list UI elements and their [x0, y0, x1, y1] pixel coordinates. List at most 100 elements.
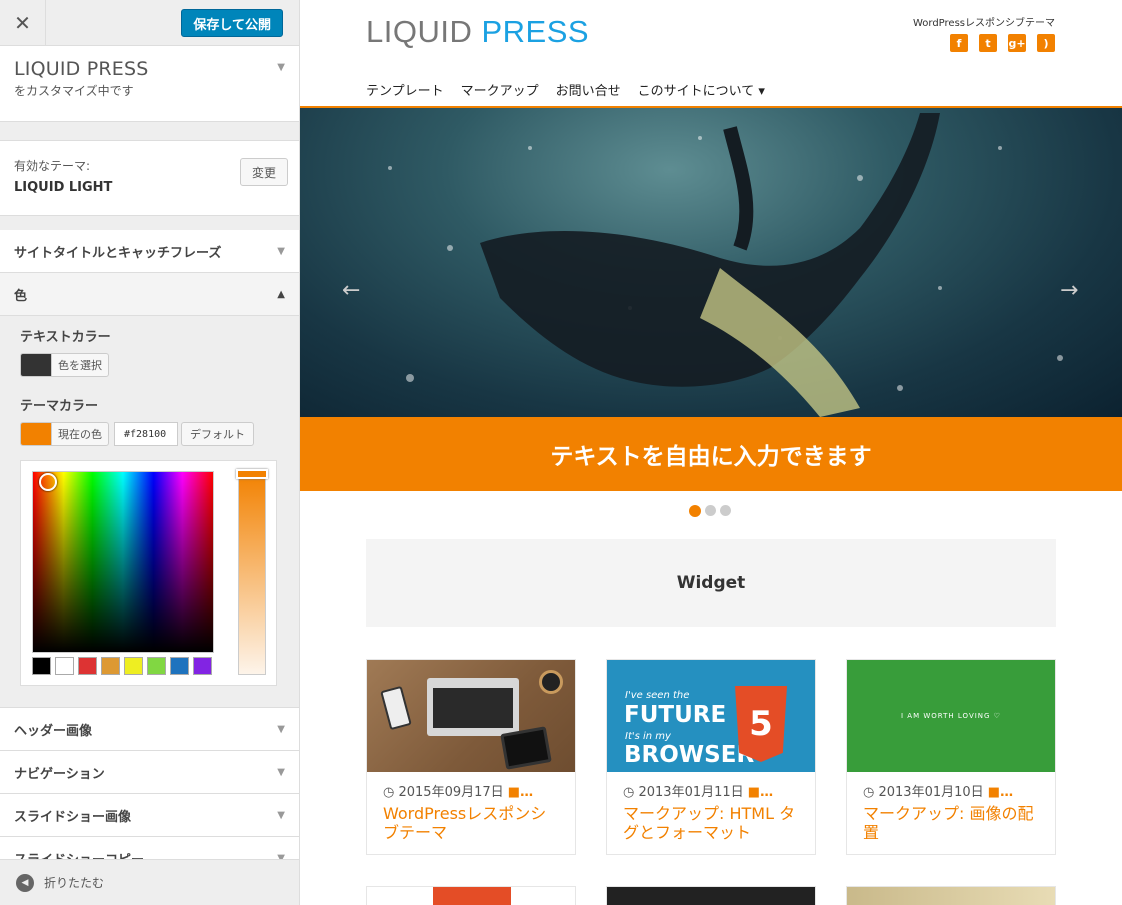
hue-slider-handle[interactable] [236, 469, 268, 479]
slide-prev-arrow[interactable]: ← [342, 278, 360, 303]
palette-swatch[interactable] [170, 657, 189, 675]
chevron-up-icon: ▲ [277, 288, 285, 300]
section-colors[interactable]: 色 ▲ [0, 273, 299, 316]
post-card[interactable]: I've seen the FUTURE It's in my BROWSER … [606, 659, 816, 855]
theme-color-current-button[interactable]: 現在の色 [20, 422, 109, 446]
palette-swatch[interactable] [55, 657, 74, 675]
post-title[interactable]: マークアップ: HTML タグとフォーマット [607, 800, 815, 842]
section-header-image[interactable]: ヘッダー画像 ▼ [0, 708, 299, 751]
thumb-text: It's in my [625, 731, 671, 742]
post-card[interactable] [606, 886, 816, 905]
text-color-title: テキストカラー [20, 330, 111, 345]
collapse-sidebar-button[interactable]: ◀ 折りたたむ [0, 859, 299, 905]
section-label: ナビゲーション [14, 766, 105, 782]
widget-area: Widget [366, 539, 1056, 627]
divider [0, 216, 299, 230]
change-theme-button[interactable]: 変更 [240, 158, 288, 186]
cup-shape [539, 670, 563, 694]
logo-part1: LIQUID [366, 14, 473, 49]
theme-color-title: テーマカラー [20, 399, 99, 414]
customizer-sidebar: ✕ 保存して公開 LIQUID PRESS をカスタマイズ中です ▼ 有効なテー… [0, 0, 300, 905]
slider-dot[interactable] [720, 505, 731, 516]
post-meta: ◷ 2013年01月11日 ■… [607, 772, 815, 800]
post-thumbnail[interactable] [367, 660, 575, 772]
palette-swatch[interactable] [124, 657, 143, 675]
nav-item-about[interactable]: このサイトについて ▾ [638, 80, 765, 99]
tablet-shape [500, 726, 552, 770]
facebook-icon[interactable]: f [950, 34, 968, 52]
twitter-icon[interactable]: t [979, 34, 997, 52]
post-card[interactable] [366, 886, 576, 905]
post-card[interactable]: I AM WORTH LOVING ♡ ◷ 2013年01月10日 ■… マーク… [846, 659, 1056, 855]
saturation-handle[interactable] [39, 473, 57, 491]
color-palette [32, 657, 212, 675]
section-label: ヘッダー画像 [14, 723, 93, 739]
palette-swatch[interactable] [193, 657, 212, 675]
site-logo[interactable]: LIQUID PRESS [366, 14, 589, 50]
section-label: 色 [14, 288, 28, 304]
clock-icon: ◷ [863, 785, 875, 800]
section-navigation[interactable]: ナビゲーション ▼ [0, 751, 299, 794]
post-card[interactable] [846, 886, 1056, 905]
post-thumbnail[interactable]: I AM WORTH LOVING ♡ [847, 660, 1055, 772]
slider-dot[interactable] [705, 505, 716, 516]
save-and-publish-button[interactable]: 保存して公開 [181, 9, 283, 37]
chevron-down-icon[interactable]: ▼ [277, 62, 285, 73]
palette-swatch[interactable] [78, 657, 97, 675]
main-nav: テンプレート マークアップ お問い合せ このサイトについて ▾ [366, 80, 765, 99]
figure-silhouette [480, 113, 940, 387]
social-icons: f t g+ ) [950, 34, 1055, 52]
post-thumbnail[interactable]: I've seen the FUTURE It's in my BROWSER … [607, 660, 815, 772]
post-date: 2015年09月17日 [398, 785, 504, 800]
palette-swatch[interactable] [32, 657, 51, 675]
chevron-down-icon: ▼ [277, 723, 285, 735]
customize-info-panel[interactable]: LIQUID PRESS をカスタマイズ中です ▼ [0, 46, 299, 122]
arm [723, 126, 754, 251]
nav-item-templates[interactable]: テンプレート [366, 80, 444, 99]
post-card[interactable]: ◷ 2015年09月17日 ■… WordPressレスポンシブテーマ [366, 659, 576, 855]
folder-icon[interactable]: ■… [988, 785, 1013, 800]
rss-icon[interactable]: ) [1037, 34, 1055, 52]
color-picker [20, 460, 277, 686]
nav-item-contact[interactable]: お問い合せ [556, 80, 621, 99]
folder-icon[interactable]: ■… [748, 785, 773, 800]
googleplus-icon[interactable]: g+ [1008, 34, 1026, 52]
logo-part2: PRESS [481, 14, 590, 49]
slider-dot[interactable] [689, 505, 701, 517]
section-slideshow-images[interactable]: スライドショー画像 ▼ [0, 794, 299, 837]
nav-item-markup[interactable]: マークアップ [461, 80, 539, 99]
slide-caption: テキストを自由に入力できます [300, 417, 1122, 491]
thumb-text: FUTURE [624, 702, 727, 728]
site-preview: LIQUID PRESS WordPressレスポンシブテーマ f t g+ )… [300, 0, 1122, 905]
laptop-shape [427, 678, 519, 736]
post-meta: ◷ 2015年09月17日 ■… [367, 772, 575, 800]
colors-controls: テキストカラー 色を選択 テーマカラー 現在の色 #f28100 デフォルト [0, 316, 299, 708]
site-tagline: WordPressレスポンシブテーマ [912, 18, 1055, 29]
customizing-text: をカスタマイズ中です [14, 84, 134, 98]
text-color-select-button[interactable]: 色を選択 [20, 353, 109, 377]
saturation-area[interactable] [32, 471, 214, 653]
palette-swatch[interactable] [101, 657, 120, 675]
default-color-button[interactable]: デフォルト [181, 422, 254, 446]
post-thumbnail[interactable] [433, 887, 511, 905]
section-site-title-tagline[interactable]: サイトタイトルとキャッチフレーズ ▼ [0, 230, 299, 273]
folder-icon[interactable]: ■… [508, 785, 533, 800]
close-customizer-button[interactable]: ✕ [0, 0, 46, 46]
post-date: 2013年01月11日 [638, 785, 744, 800]
slide-next-arrow[interactable]: → [1060, 278, 1078, 303]
html5-logo: 5 [735, 686, 787, 762]
thumb-text: BROWSER [624, 742, 755, 768]
clock-icon: ◷ [383, 785, 395, 800]
site-name: LIQUID PRESS [14, 58, 149, 80]
post-title[interactable]: WordPressレスポンシブテーマ [367, 800, 575, 842]
hex-color-input[interactable]: #f28100 [114, 422, 178, 446]
collapse-label: 折りたたむ [44, 876, 105, 890]
thumb-text: I've seen the [625, 690, 690, 701]
underwater-figure-illustration [388, 113, 1063, 417]
post-title[interactable]: マークアップ: 画像の配置 [847, 800, 1055, 842]
slider-dots [689, 505, 731, 517]
palette-swatch[interactable] [147, 657, 166, 675]
clock-icon: ◷ [623, 785, 635, 800]
hue-slider[interactable] [236, 469, 268, 675]
chevron-down-icon: ▼ [277, 766, 285, 778]
